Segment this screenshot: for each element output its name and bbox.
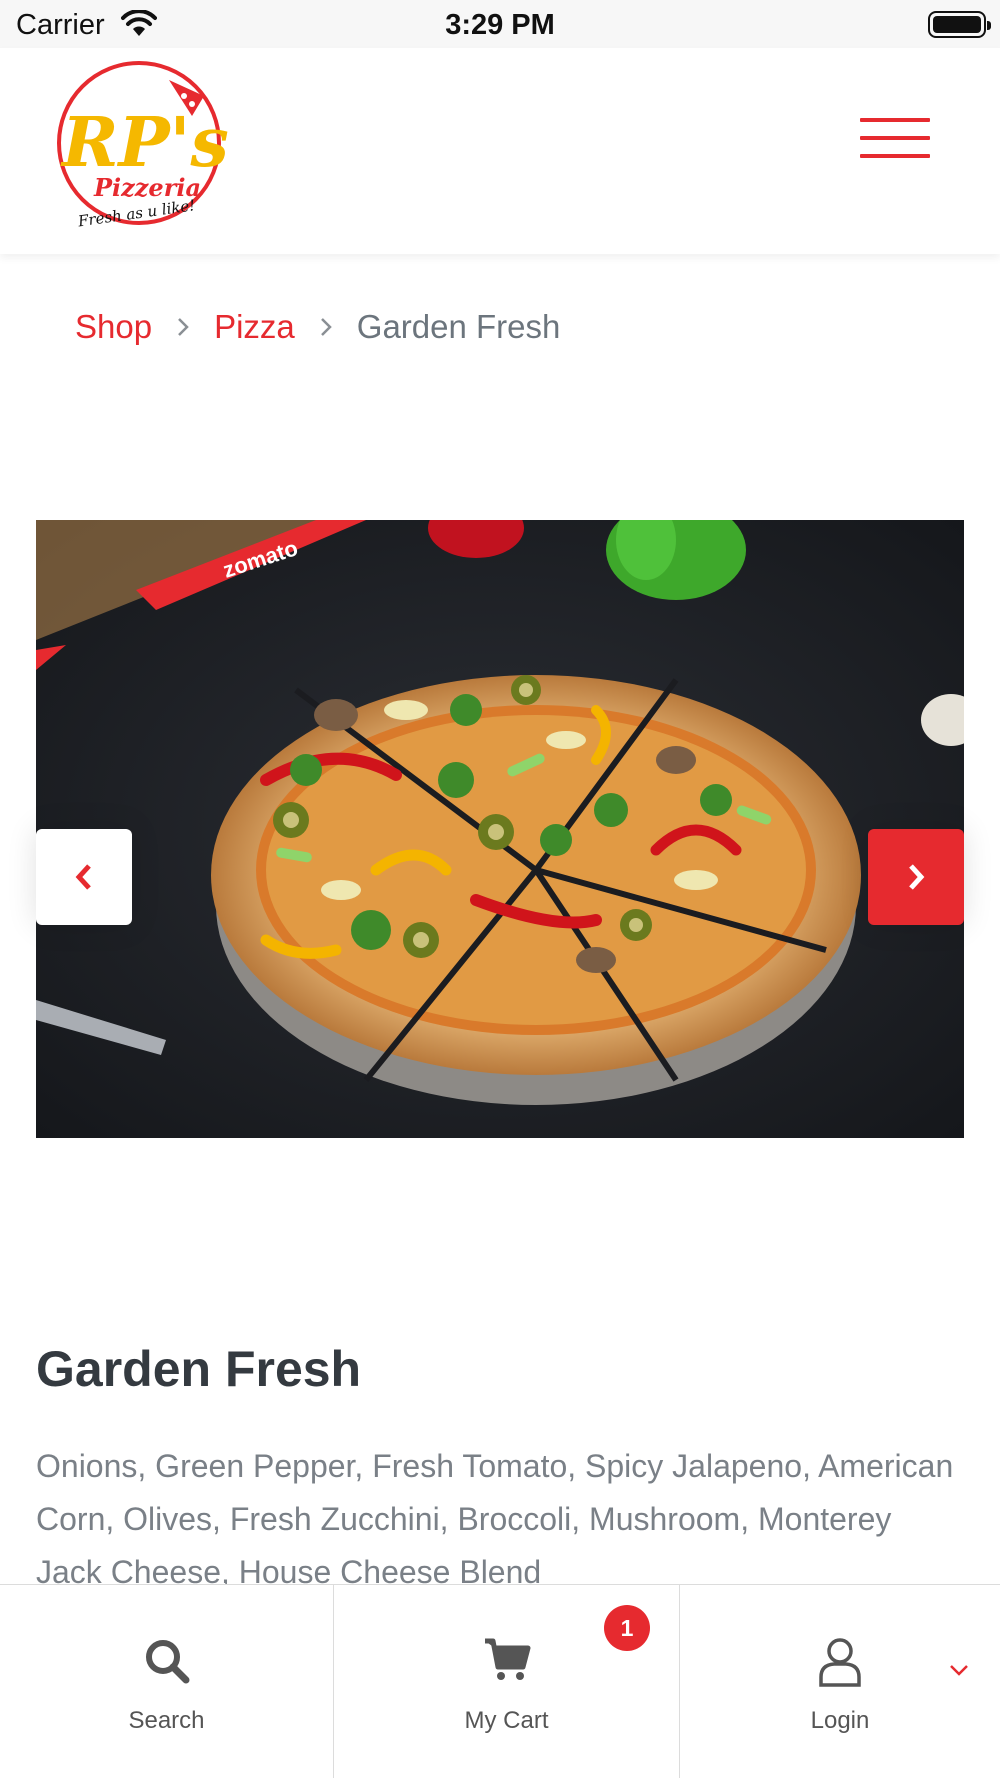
product-description: Onions, Green Pepper, Fresh Tomato, Spic… xyxy=(36,1448,954,1590)
site-header: RP's Pizzeria Fresh as u like! xyxy=(0,48,1000,254)
hamburger-icon xyxy=(860,118,930,122)
carousel-next-button[interactable] xyxy=(868,829,964,925)
product-title: Garden Fresh xyxy=(36,1341,362,1397)
bottom-navigation: Search 1 My Cart Login xyxy=(0,1584,1000,1778)
breadcrumb-pizza[interactable]: Pizza xyxy=(214,308,295,346)
breadcrumb-current: Garden Fresh xyxy=(356,308,561,345)
nav-cart-label: My Cart xyxy=(464,1707,549,1734)
cart-icon xyxy=(483,1637,531,1688)
chevron-right-icon xyxy=(909,864,925,890)
svg-text:RP's: RP's xyxy=(60,103,229,183)
product-image-carousel[interactable]: zomato xyxy=(36,520,964,1138)
cart-count-badge: 1 xyxy=(604,1605,650,1651)
breadcrumb: Shop Pizza Garden Fresh xyxy=(75,304,560,350)
nav-search[interactable]: Search xyxy=(0,1585,334,1778)
breadcrumb-shop[interactable]: Shop xyxy=(75,308,152,346)
nav-search-label: Search xyxy=(128,1707,205,1734)
chevron-down-icon[interactable] xyxy=(948,1663,970,1682)
status-bar: Carrier 3:29 PM xyxy=(0,0,1000,48)
nav-cart[interactable]: 1 My Cart xyxy=(334,1585,680,1778)
user-icon xyxy=(818,1637,862,1692)
menu-button[interactable] xyxy=(860,118,930,168)
chevron-left-icon xyxy=(75,864,91,890)
chevron-right-icon xyxy=(319,316,333,338)
status-time: 3:29 PM xyxy=(445,9,555,41)
search-icon xyxy=(143,1637,191,1690)
nav-login[interactable]: Login xyxy=(680,1585,1000,1778)
carousel-prev-button[interactable] xyxy=(36,829,132,925)
product-image: zomato xyxy=(36,520,964,1138)
chevron-right-icon xyxy=(176,316,190,338)
brand-logo[interactable]: RP's Pizzeria Fresh as u like! xyxy=(44,48,234,238)
nav-login-label: Login xyxy=(810,1707,870,1734)
battery-icon xyxy=(928,11,991,38)
